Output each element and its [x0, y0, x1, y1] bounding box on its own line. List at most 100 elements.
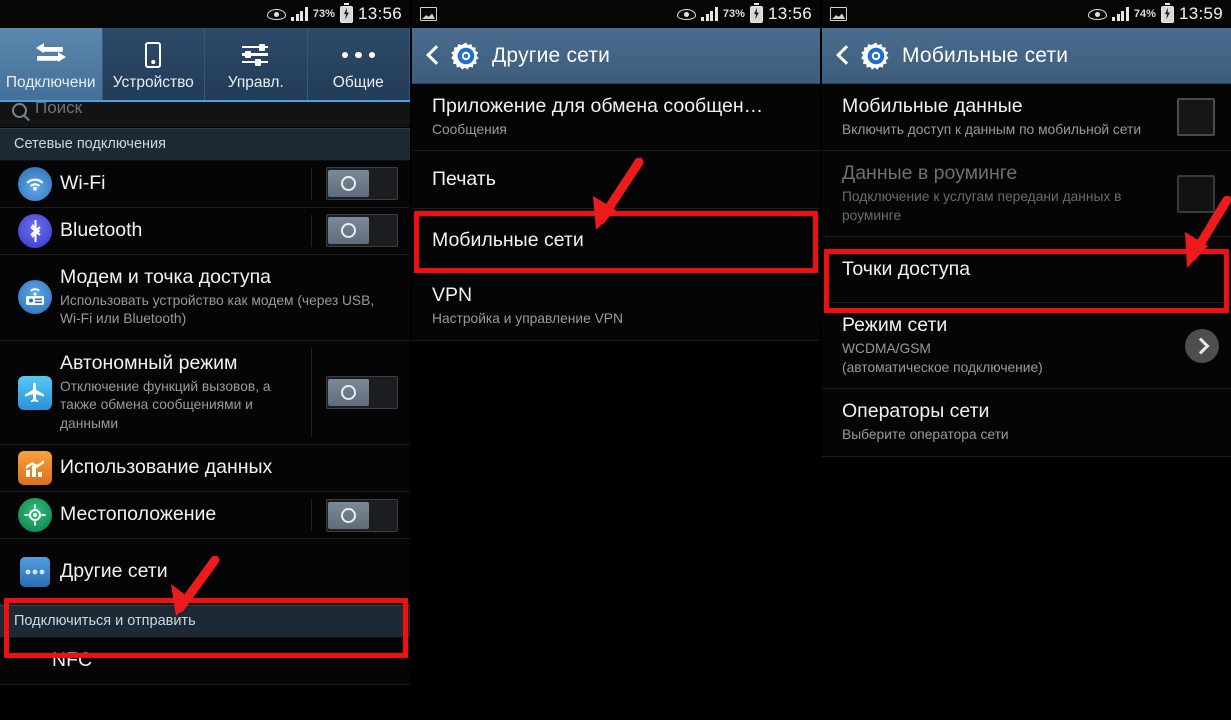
row-location-title: Местоположение — [60, 503, 217, 526]
row-messaging-app-subtitle: Сообщения — [432, 121, 507, 137]
toggle-knob — [328, 501, 369, 529]
row-airplane-text: Автономный режим Отключение функций вызо… — [58, 341, 311, 444]
clock-label: 13:56 — [357, 4, 402, 23]
row-data-roaming[interactable]: Данные в роуминге Подключение к услугам … — [822, 151, 1231, 238]
tab-underline — [0, 100, 410, 102]
chevron-right-icon[interactable] — [1185, 328, 1219, 363]
eye-icon — [1088, 8, 1108, 21]
tab-connections[interactable]: Подключени — [0, 28, 103, 102]
tab-general[interactable]: Общие — [307, 28, 410, 102]
action-bar-2: Другие сети — [412, 28, 820, 84]
row-divider — [311, 347, 312, 438]
page-title-2: Другие сети — [492, 43, 611, 67]
settings-gear-icon — [860, 40, 892, 72]
row-network-mode[interactable]: Режим сети WCDMA/GSM (автоматическое под… — [822, 303, 1231, 390]
location-toggle[interactable] — [326, 498, 398, 532]
battery-charging-icon — [339, 2, 353, 23]
row-vpn[interactable]: VPN Настройка и управление VPN — [412, 273, 820, 341]
toggle-knob — [328, 217, 369, 245]
tab-controls[interactable]: Управл. — [205, 28, 308, 102]
mobile-data-checkbox[interactable] — [1177, 98, 1215, 137]
eye-icon — [677, 8, 697, 21]
row-tethering[interactable]: Модем и точка доступа Использовать устро… — [0, 254, 410, 341]
row-data-roaming-subtitle: Подключение к услугам передани данных в … — [842, 189, 1122, 223]
row-location[interactable]: Местоположение — [0, 492, 410, 540]
data-roaming-checkbox[interactable] — [1177, 174, 1215, 213]
row-divider — [311, 214, 312, 247]
row-data-roaming-text: Данные в роуминге Подключение к услугам … — [834, 151, 1167, 236]
search-bar[interactable]: Поиск — [0, 102, 410, 128]
status-bar-right-2: 73% 13:56 — [677, 2, 812, 24]
back-chevron-icon[interactable] — [836, 44, 850, 68]
signal-bars-icon — [291, 7, 308, 21]
row-airplane-subtitle: Отключение функций вызовов, а также обме… — [60, 378, 271, 431]
image-icon — [830, 7, 847, 21]
row-access-points-title: Точки доступа — [842, 257, 971, 280]
signal-bars-icon — [701, 7, 718, 21]
row-mobile-networks-title: Мобильные сети — [432, 228, 584, 251]
wifi-toggle[interactable] — [326, 167, 398, 201]
row-wifi-title: Wi-Fi — [60, 172, 106, 194]
row-airplane-title: Автономный режим — [60, 351, 238, 374]
page-title-3: Мобильные сети — [902, 43, 1069, 67]
row-mobile-networks[interactable]: Мобильные сети — [412, 209, 820, 274]
battery-charging-icon — [1160, 2, 1174, 23]
row-messaging-app-title: Приложение для обмена сообщен… — [432, 95, 764, 117]
status-bar-left-3 — [830, 7, 1088, 21]
hotspot-icon — [12, 280, 58, 315]
row-network-mode-title: Режим сети — [842, 314, 948, 337]
row-messaging-app[interactable]: Приложение для обмена сообщен… Сообщения — [412, 84, 820, 152]
tab-controls-label: Управл. — [227, 74, 284, 91]
three-dots-icon — [341, 40, 375, 70]
row-tethering-text: Модем и точка доступа Использовать устро… — [58, 255, 398, 340]
row-wifi-text: Wi-Fi — [58, 161, 311, 207]
row-bluetooth-text: Bluetooth — [58, 208, 311, 254]
battery-charging-icon — [749, 2, 763, 23]
panel-mobile-networks: 74% 13:59 Мобильные сети Мобильные данны… — [822, 0, 1231, 720]
phone-icon — [145, 40, 162, 70]
back-chevron-icon[interactable] — [426, 44, 440, 68]
row-mobile-networks-text: Мобильные сети — [424, 218, 808, 264]
row-network-operators-text: Операторы сети Выберите оператора сети — [834, 389, 1219, 455]
row-wifi[interactable]: Wi-Fi — [0, 161, 410, 208]
bluetooth-toggle[interactable] — [326, 214, 398, 248]
row-data-roaming-title: Данные в роуминге — [842, 162, 1018, 185]
row-mobile-data[interactable]: Мобильные данные Включить доступ к данны… — [822, 84, 1231, 152]
status-bar-3: 74% 13:59 — [822, 0, 1231, 28]
image-icon — [420, 7, 437, 21]
data-usage-icon — [12, 451, 58, 486]
row-data-usage-text: Использование данных — [58, 445, 398, 491]
row-tethering-title: Модем и точка доступа — [60, 265, 272, 288]
battery-percent-label: 73% — [722, 8, 745, 20]
row-vpn-title: VPN — [432, 284, 473, 307]
row-print[interactable]: Печать — [412, 151, 820, 210]
row-other-networks[interactable]: Другие сети — [0, 539, 410, 606]
row-bluetooth[interactable]: Bluetooth — [0, 207, 410, 255]
status-bar-right-3: 74% 13:59 — [1088, 2, 1223, 24]
row-data-usage[interactable]: Использование данных — [0, 445, 410, 493]
toggle-knob — [328, 379, 369, 407]
wifi-icon — [12, 166, 58, 201]
action-bar-3: Мобильные сети — [822, 28, 1231, 84]
status-bar-2: 73% 13:56 — [412, 0, 820, 28]
status-bar-right-1: 73% 13:56 — [267, 2, 402, 24]
row-vpn-text: VPN Настройка и управление VPN — [424, 273, 808, 339]
search-placeholder: Поиск — [35, 102, 83, 117]
row-other-networks-title: Другие сети — [60, 559, 168, 582]
status-bar-left-2 — [420, 7, 677, 21]
airplane-toggle[interactable] — [326, 376, 398, 410]
row-network-operators[interactable]: Операторы сети Выберите оператора сети — [822, 389, 1231, 457]
panel-other-networks: 73% 13:56 Другие сети Приложение для обм… — [412, 0, 820, 720]
row-network-mode-text: Режим сети WCDMA/GSM (автоматическое под… — [834, 303, 1177, 388]
row-mobile-data-subtitle: Включить доступ к данным по мобильной се… — [842, 121, 1142, 137]
location-icon — [12, 498, 58, 533]
row-access-points[interactable]: Точки доступа — [822, 237, 1231, 304]
clock-label: 13:56 — [767, 4, 812, 23]
tab-device[interactable]: Устройство — [102, 28, 205, 102]
row-bluetooth-title: Bluetooth — [60, 218, 143, 241]
settings-tab-bar[interactable]: Подключени Устройство Управл. Общие — [0, 28, 410, 102]
row-nfc-text: NFC — [46, 638, 398, 684]
row-nfc[interactable]: NFC — [0, 638, 410, 686]
row-tethering-subtitle: Использовать устройство как модем (через… — [60, 292, 375, 327]
row-airplane-mode[interactable]: Автономный режим Отключение функций вызо… — [0, 340, 410, 446]
